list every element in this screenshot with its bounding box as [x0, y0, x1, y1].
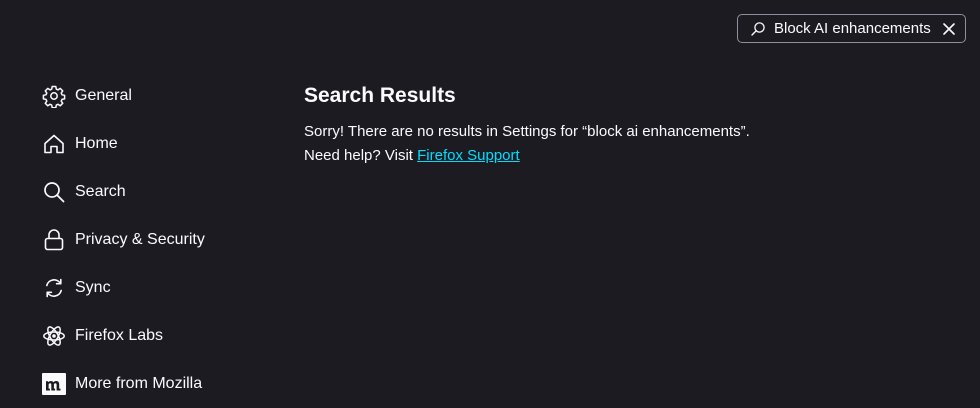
lock-icon: [42, 228, 66, 252]
no-results-text: Sorry! There are no results in Settings …: [304, 123, 750, 140]
search-icon: [751, 21, 765, 36]
sidebar-item-search[interactable]: Search: [42, 168, 262, 216]
sidebar-item-label: More from Mozilla: [75, 375, 203, 392]
atom-icon: [42, 324, 66, 348]
sidebar-item-label: Home: [75, 135, 118, 152]
sidebar-item-label: Firefox Labs: [75, 327, 164, 344]
page-title: Search Results: [304, 84, 456, 107]
sidebar-item-label: General: [75, 87, 132, 104]
search-input[interactable]: [774, 20, 934, 37]
help-prefix: Need help? Visit: [304, 147, 418, 164]
firefox-support-link[interactable]: Firefox Support: [417, 147, 520, 164]
home-icon: [42, 132, 66, 156]
sidebar-item-privacy-security[interactable]: Privacy & Security: [42, 216, 262, 264]
sidebar-item-label: Search: [75, 183, 126, 200]
sidebar-item-label: Sync: [75, 279, 111, 296]
no-results-message: Sorry! There are no results in Settings …: [304, 120, 944, 168]
gear-icon: [42, 84, 66, 108]
sync-icon: [42, 276, 66, 300]
search-results-panel: Search Results Sorry! There are no resul…: [304, 80, 944, 168]
settings-sidebar: General Home Search Privacy & Security S…: [42, 72, 262, 408]
settings-search-box[interactable]: [737, 14, 966, 43]
clear-search-icon[interactable]: [941, 21, 957, 37]
mozilla-m-icon: [42, 372, 66, 396]
sidebar-item-sync[interactable]: Sync: [42, 264, 262, 312]
sidebar-item-firefox-labs[interactable]: Firefox Labs: [42, 312, 262, 360]
sidebar-item-more-from-mozilla[interactable]: More from Mozilla: [42, 360, 262, 408]
sidebar-item-home[interactable]: Home: [42, 120, 262, 168]
search-icon: [42, 180, 66, 204]
sidebar-item-general[interactable]: General: [42, 72, 262, 120]
sidebar-item-label: Privacy & Security: [75, 231, 205, 248]
